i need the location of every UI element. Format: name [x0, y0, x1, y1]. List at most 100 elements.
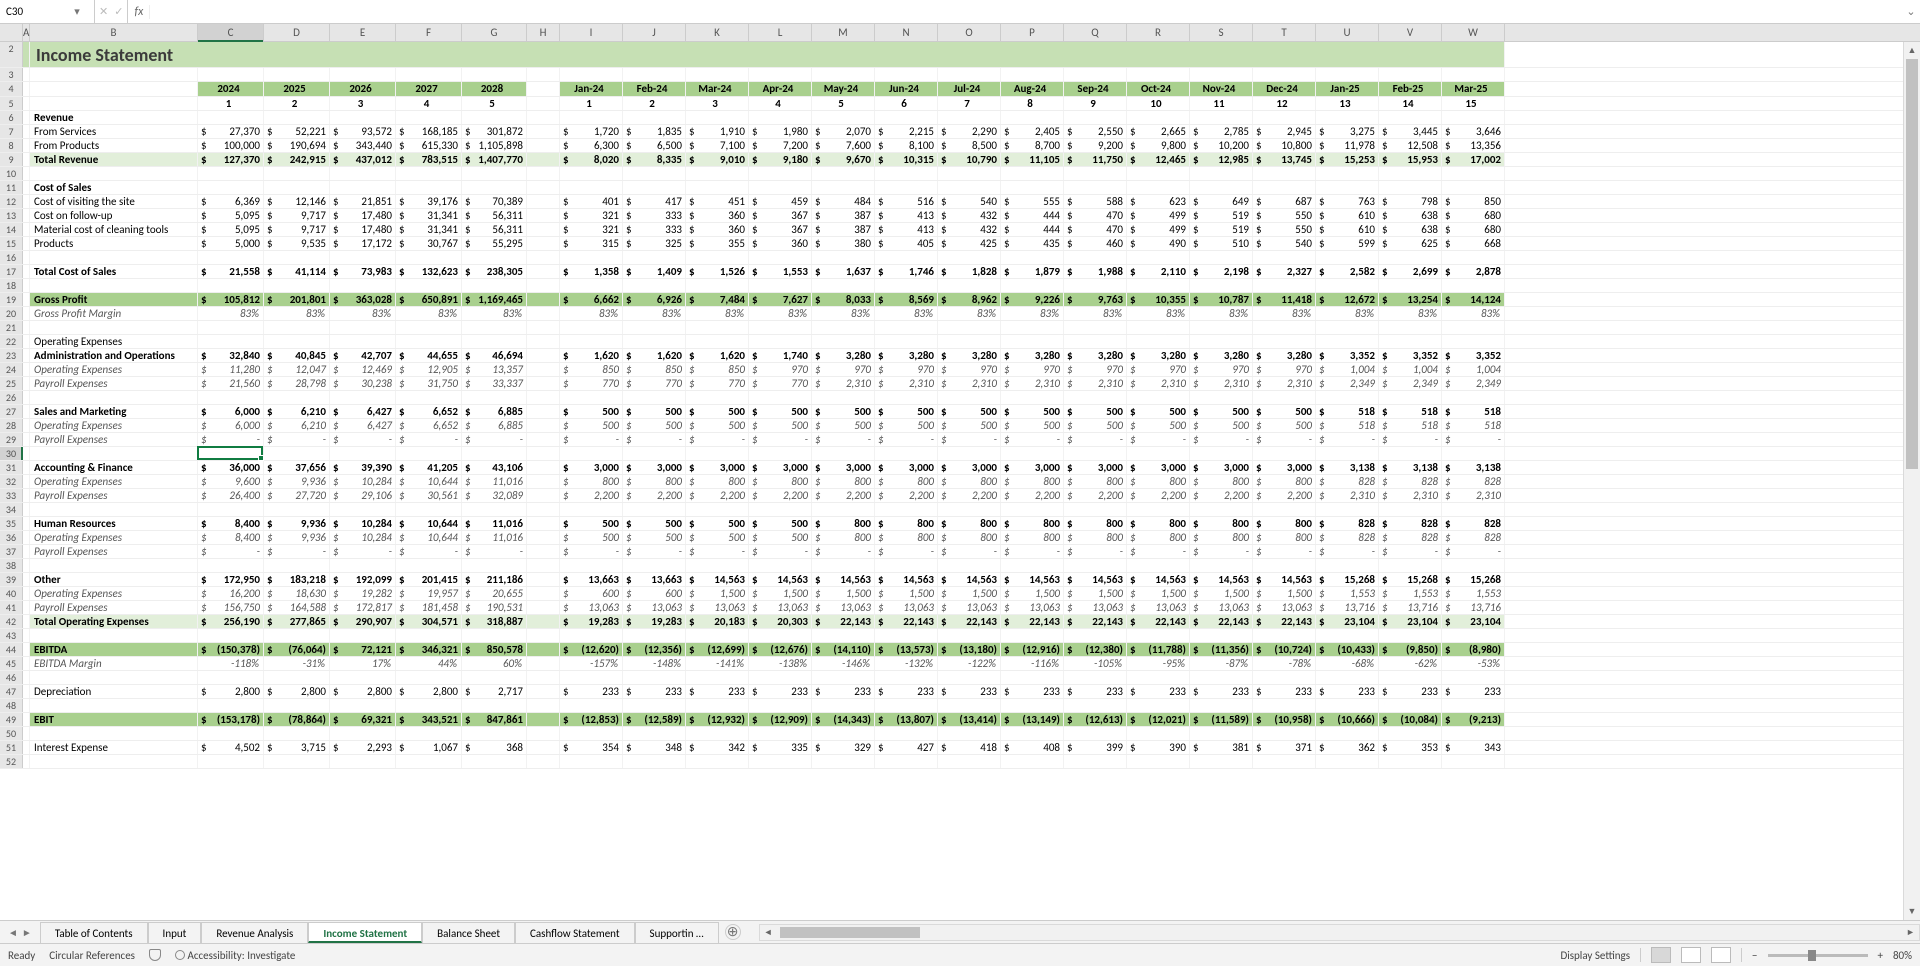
cell[interactable] [1127, 68, 1190, 81]
cell[interactable] [1190, 391, 1253, 404]
cell[interactable]: $19,282 [330, 587, 396, 600]
cell[interactable] [875, 251, 938, 264]
cell[interactable]: $470 [1064, 209, 1127, 222]
cell[interactable]: $1,988 [1064, 265, 1127, 278]
cell[interactable] [527, 699, 560, 712]
cell[interactable]: -141% [686, 657, 749, 670]
cell[interactable]: $233 [875, 685, 938, 698]
column-header[interactable]: K [686, 24, 749, 41]
cell[interactable]: $(13,573) [875, 643, 938, 656]
cell[interactable] [560, 727, 623, 740]
cell[interactable] [686, 447, 749, 460]
cell[interactable]: 13 [1316, 97, 1379, 110]
cell[interactable]: $2,198 [1190, 265, 1253, 278]
cell[interactable] [875, 111, 938, 124]
cell[interactable]: $233 [1127, 685, 1190, 698]
cell[interactable] [396, 727, 462, 740]
cell[interactable]: $(10,084) [1379, 713, 1442, 726]
cell[interactable]: $500 [686, 531, 749, 544]
cell[interactable]: $828 [1316, 517, 1379, 530]
scroll-down-icon[interactable]: ▼ [1904, 903, 1920, 920]
cell[interactable]: $413 [875, 209, 938, 222]
cell[interactable] [938, 335, 1001, 348]
cell[interactable] [23, 419, 30, 432]
cell[interactable]: $1,637 [812, 265, 875, 278]
cell[interactable]: $- [875, 545, 938, 558]
cell[interactable]: $(12,380) [1064, 643, 1127, 656]
cell[interactable]: $- [462, 545, 527, 558]
cell[interactable] [30, 727, 198, 740]
cell[interactable] [23, 559, 30, 572]
cell[interactable] [1001, 671, 1064, 684]
cell[interactable]: $649 [1190, 195, 1253, 208]
cell[interactable]: -157% [560, 657, 623, 670]
cell[interactable] [938, 279, 1001, 292]
cell[interactable]: Jan-25 [1316, 82, 1379, 96]
cell[interactable]: $625 [1379, 237, 1442, 250]
cell[interactable] [23, 755, 30, 768]
cell[interactable]: $380 [812, 237, 875, 250]
cell[interactable] [23, 223, 30, 236]
cell[interactable] [23, 587, 30, 600]
cell[interactable]: $16,200 [198, 587, 264, 600]
cell[interactable] [938, 629, 1001, 642]
cell[interactable]: $8,700 [1001, 139, 1064, 152]
sheet-tab[interactable]: Input [148, 922, 202, 943]
cell[interactable]: Gross Profit [30, 293, 198, 306]
cell[interactable] [1127, 167, 1190, 180]
cell[interactable]: $7,100 [686, 139, 749, 152]
cell[interactable]: Sales and Marketing [30, 405, 198, 418]
cell[interactable]: $510 [1190, 237, 1253, 250]
cell[interactable] [875, 335, 938, 348]
cell[interactable]: $52,221 [264, 125, 330, 138]
cell[interactable]: $8,400 [198, 531, 264, 544]
cell[interactable] [1253, 699, 1316, 712]
cell[interactable]: -132% [875, 657, 938, 670]
cell[interactable] [812, 391, 875, 404]
cell[interactable]: $(12,916) [1001, 643, 1064, 656]
row-header[interactable]: 3 [0, 68, 23, 81]
cell[interactable]: $1,500 [749, 587, 812, 600]
cell[interactable]: $12,905 [396, 363, 462, 376]
cell[interactable] [23, 657, 30, 670]
cell[interactable]: $3,000 [560, 461, 623, 474]
cell[interactable]: 5 [812, 97, 875, 110]
cell[interactable] [749, 447, 812, 460]
cell[interactable] [686, 629, 749, 642]
cell[interactable]: $1,500 [1190, 587, 1253, 600]
cell[interactable]: $828 [1442, 475, 1505, 488]
cell[interactable]: $100,000 [198, 139, 264, 152]
cell[interactable] [1127, 559, 1190, 572]
cell[interactable] [938, 167, 1001, 180]
cell[interactable] [623, 559, 686, 572]
cell[interactable]: $6,427 [330, 419, 396, 432]
cell[interactable]: $970 [1064, 363, 1127, 376]
cell[interactable]: $22,143 [1064, 615, 1127, 628]
cell[interactable] [1190, 755, 1253, 768]
cell[interactable]: $321 [560, 209, 623, 222]
cell[interactable]: $9,226 [1001, 293, 1064, 306]
cell[interactable] [1442, 335, 1505, 348]
cell[interactable]: $800 [938, 517, 1001, 530]
cell[interactable]: $500 [686, 517, 749, 530]
cell[interactable]: $- [560, 433, 623, 446]
cell[interactable]: Nov-24 [1190, 82, 1253, 96]
cell[interactable]: $5,095 [198, 223, 264, 236]
cell[interactable] [1379, 755, 1442, 768]
cell[interactable] [23, 503, 30, 516]
cell[interactable]: Operating Expenses [30, 531, 198, 544]
cell[interactable] [527, 153, 560, 166]
row-header[interactable]: 20 [0, 307, 23, 320]
cell[interactable]: Cost of visiting the site [30, 195, 198, 208]
cell[interactable]: $181,458 [396, 601, 462, 614]
cell[interactable]: $13,716 [1316, 601, 1379, 614]
cell[interactable] [686, 503, 749, 516]
cell[interactable]: $3,280 [1001, 349, 1064, 362]
cell[interactable]: $3,000 [938, 461, 1001, 474]
cell[interactable]: $2,785 [1190, 125, 1253, 138]
cell[interactable]: $190,694 [264, 139, 330, 152]
cell[interactable]: $(12,589) [623, 713, 686, 726]
cell[interactable]: $19,957 [396, 587, 462, 600]
cell[interactable] [264, 279, 330, 292]
cell[interactable] [812, 167, 875, 180]
